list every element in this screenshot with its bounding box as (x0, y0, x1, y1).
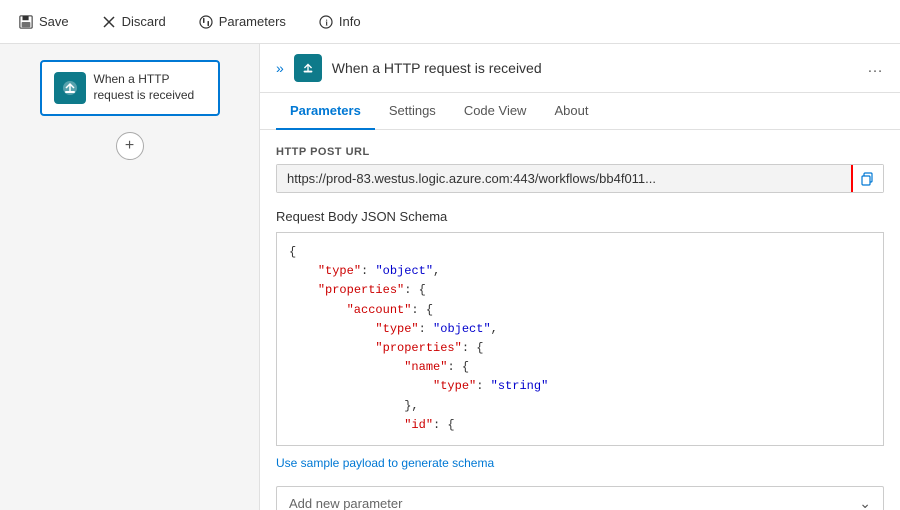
toolbar: Save Discard Parameters i Info (0, 0, 900, 44)
tab-about[interactable]: About (540, 93, 602, 130)
discard-button[interactable]: Discard (95, 10, 172, 34)
json-line: "type": "object", (289, 320, 871, 339)
save-button[interactable]: Save (12, 10, 75, 34)
json-line: { (289, 243, 871, 262)
sample-payload-link[interactable]: Use sample payload to generate schema (276, 456, 494, 470)
info-icon: i (318, 14, 334, 30)
add-step-button[interactable]: + (116, 132, 144, 160)
copy-url-button[interactable] (851, 165, 883, 192)
json-line: "id": { (289, 416, 871, 435)
tab-settings[interactable]: Settings (375, 93, 450, 130)
json-line: "properties": { (289, 339, 871, 358)
parameters-button[interactable]: Parameters (192, 10, 292, 34)
panel-body: HTTP POST URL Request Body JSON Schema {… (260, 130, 900, 510)
json-line: "account": { (289, 301, 871, 320)
copy-icon (861, 172, 875, 186)
panel-header: » When a HTTP request is received … (260, 44, 900, 93)
discard-icon (101, 14, 117, 30)
tab-code-view[interactable]: Code View (450, 93, 541, 130)
json-line: }, (289, 397, 871, 416)
info-button[interactable]: i Info (312, 10, 367, 34)
http-post-url-label: HTTP POST URL (276, 146, 884, 158)
url-input[interactable] (277, 165, 851, 192)
save-icon (18, 14, 34, 30)
info-label: Info (339, 14, 361, 29)
chevron-down-icon: ⌄ (859, 495, 871, 510)
panel-title: When a HTTP request is received (332, 60, 857, 76)
json-line: "name": { (289, 358, 871, 377)
parameters-label: Parameters (219, 14, 286, 29)
add-param-label: Add new parameter (289, 496, 402, 510)
parameters-icon (198, 14, 214, 30)
more-options-button[interactable]: … (867, 59, 884, 77)
right-panel: » When a HTTP request is received … Para… (260, 44, 900, 510)
panel-title-icon (294, 54, 322, 82)
expand-icon[interactable]: » (276, 60, 284, 76)
tabs-bar: Parameters Settings Code View About (260, 93, 900, 130)
save-label: Save (39, 14, 69, 29)
node-card[interactable]: When a HTTP request is received (40, 60, 220, 116)
url-field-row (276, 164, 884, 193)
svg-text:i: i (325, 18, 328, 27)
main-area: When a HTTP request is received + » When… (0, 44, 900, 510)
json-line: "type": "object", (289, 262, 871, 281)
node-label: When a HTTP request is received (94, 72, 206, 103)
json-line: "properties": { (289, 281, 871, 300)
json-line: "type": "string" (289, 377, 871, 396)
json-editor[interactable]: { "type": "object", "properties": { "acc… (276, 232, 884, 446)
discard-label: Discard (122, 14, 166, 29)
left-panel: When a HTTP request is received + (0, 44, 260, 510)
add-parameter-dropdown[interactable]: Add new parameter ⌄ (276, 486, 884, 510)
schema-label: Request Body JSON Schema (276, 209, 884, 224)
node-icon (54, 72, 86, 104)
tab-parameters[interactable]: Parameters (276, 93, 375, 130)
